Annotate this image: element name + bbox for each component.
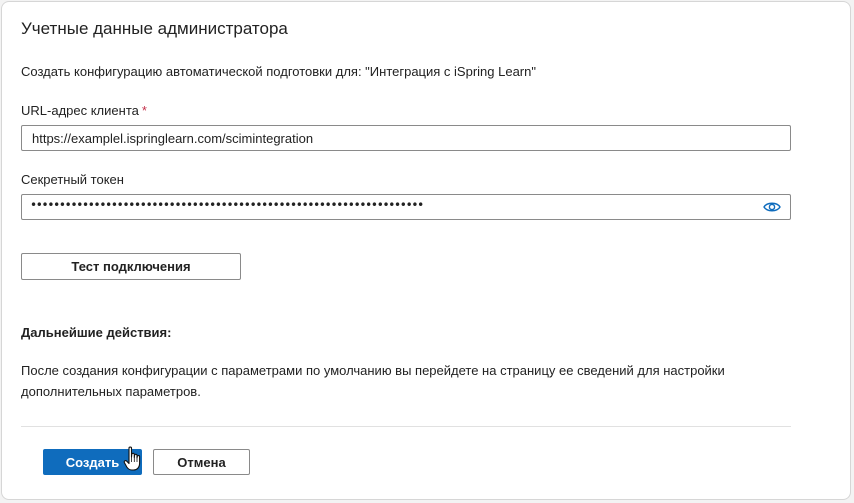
tenant-url-label: URL-адрес клиента * [21, 103, 147, 118]
required-marker: * [141, 103, 147, 118]
test-connection-button[interactable]: Тест подключения [21, 253, 241, 280]
tenant-url-label-text: URL-адрес клиента [21, 103, 139, 118]
admin-credentials-panel: Учетные данные администратора Создать ко… [1, 1, 851, 500]
eye-icon[interactable] [763, 201, 781, 213]
footer-divider [21, 426, 791, 427]
next-steps-title: Дальнейшие действия: [21, 325, 172, 340]
next-steps-text: После создания конфигурации с параметрам… [21, 363, 725, 399]
cancel-button[interactable]: Отмена [153, 449, 250, 475]
secret-token-masked-value: ••••••••••••••••••••••••••••••••••••••••… [30, 198, 424, 212]
secret-token-label: Секретный токен [21, 172, 124, 187]
panel-title: Учетные данные администратора [21, 19, 288, 38]
panel-subtitle: Создать конфигурацию автоматической подг… [21, 64, 536, 79]
secret-token-input[interactable]: ••••••••••••••••••••••••••••••••••••••••… [21, 194, 791, 220]
tenant-url-input[interactable] [21, 125, 791, 151]
create-button[interactable]: Создать [43, 449, 142, 475]
